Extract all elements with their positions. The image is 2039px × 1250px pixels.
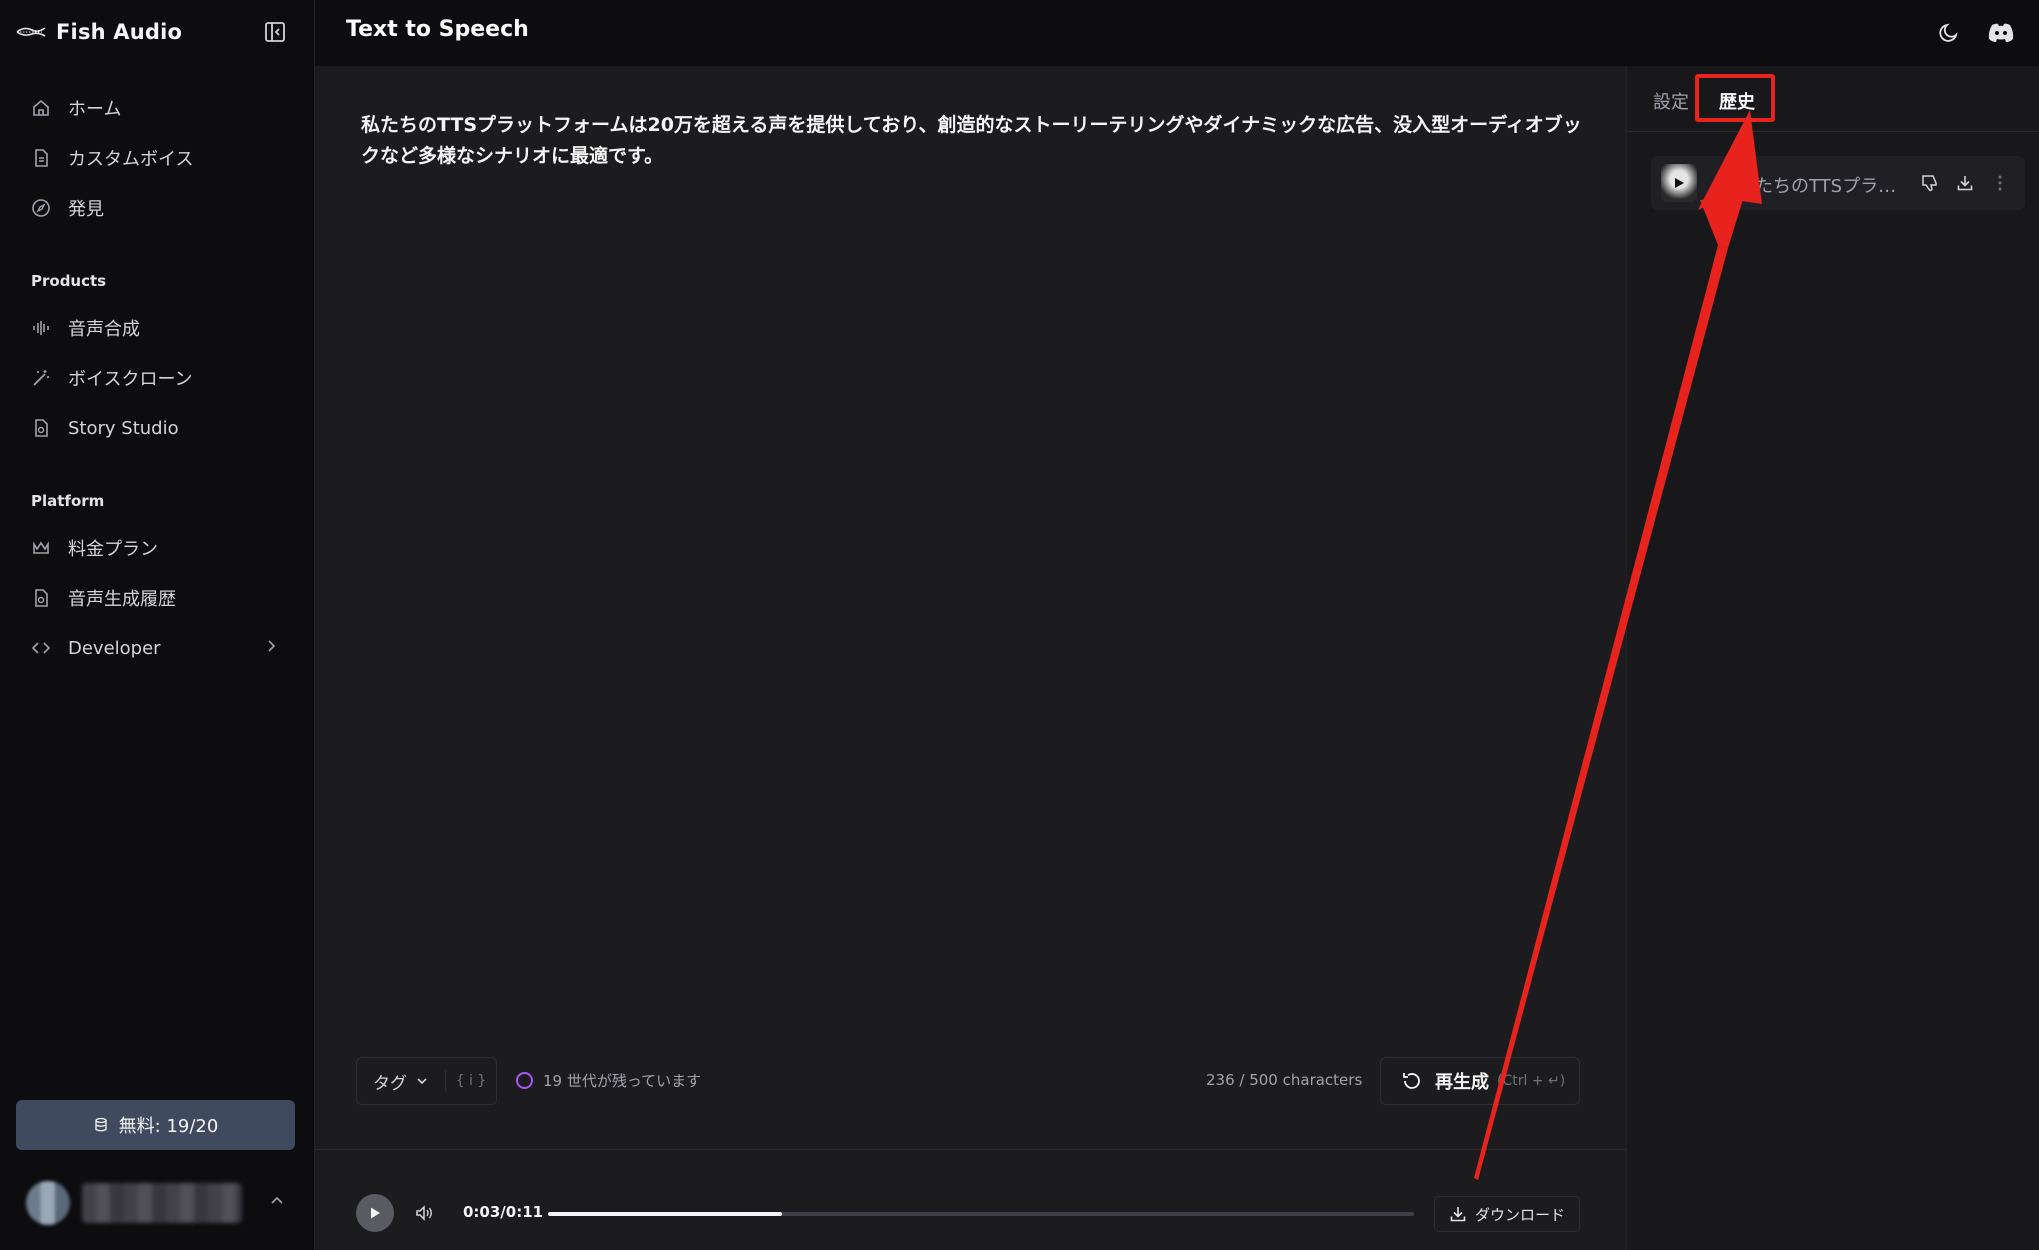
main-nav: ホーム カスタムボイス 発見: [0, 83, 315, 233]
sidebar-item-story-studio[interactable]: Story Studio: [0, 403, 315, 453]
regenerate-button[interactable]: 再生成 (Ctrl + ↵): [1380, 1057, 1580, 1105]
playback-progress-fill: [548, 1212, 782, 1216]
volume-button[interactable]: [414, 1203, 434, 1227]
voice-thumbnail: [1661, 164, 1697, 202]
char-count: 236 / 500 characters: [1206, 1071, 1363, 1089]
top-header: Text to Speech: [315, 0, 2039, 66]
play-icon: [371, 1207, 380, 1219]
history-item-text: 私たちのTTSプラット...: [1737, 176, 1905, 197]
generations-label: 19 世代が残っています: [543, 1072, 702, 1090]
sidebar-item-label: ホーム: [68, 99, 122, 120]
platform-nav: 料金プラン 音声生成履歴 Developer: [0, 523, 315, 673]
download-button[interactable]: ダウンロード: [1434, 1196, 1580, 1232]
magic-wand-icon: [30, 367, 52, 389]
regenerate-label: 再生成: [1435, 1072, 1489, 1093]
sidebar-collapse-button[interactable]: [263, 20, 287, 44]
sidebar-item-label: Developer: [68, 637, 161, 659]
book-icon: [30, 417, 52, 439]
history-doc-icon: [30, 587, 52, 609]
code-icon: [30, 637, 52, 659]
download-label: ダウンロード: [1474, 1205, 1565, 1224]
generations-remaining: 19 世代が残っています: [516, 1070, 701, 1091]
tag-label: タグ: [373, 1073, 407, 1094]
sidebar: Fish Audio ホーム カスタムボイス 発見 Products 音声合成 …: [0, 0, 315, 1250]
sidebar-item-label: 料金プラン: [68, 539, 158, 560]
right-panel: 設定 歴史 私たちのTTSプラット...: [1626, 66, 2039, 1250]
sidebar-item-label: 音声生成履歴: [68, 589, 176, 610]
sidebar-item-voice-clone[interactable]: ボイスクローン: [0, 353, 315, 403]
chevron-up-icon[interactable]: [268, 1192, 286, 1214]
sidebar-item-home[interactable]: ホーム: [0, 83, 315, 133]
variable-button[interactable]: { i }: [446, 1073, 496, 1089]
annotation-highlight-box: [1695, 74, 1775, 122]
download-icon: [1957, 176, 1973, 191]
products-section-label: Products: [31, 272, 107, 290]
history-download-button[interactable]: [1954, 172, 1976, 194]
sidebar-item-label: ボイスクローン: [68, 369, 193, 390]
moon-icon: [1939, 23, 1958, 42]
tab-settings[interactable]: 設定: [1653, 88, 1689, 114]
regenerate-shortcut: (Ctrl + ↵): [1497, 1073, 1566, 1089]
sidebar-item-discover[interactable]: 発見: [0, 183, 315, 233]
refresh-icon: [1403, 1073, 1420, 1089]
sidebar-item-label: Story Studio: [68, 417, 179, 439]
sidebar-item-label: 発見: [68, 199, 104, 220]
crown-icon: [30, 537, 52, 559]
sidebar-item-custom-voice[interactable]: カスタムボイス: [0, 133, 315, 183]
home-icon: [30, 97, 52, 119]
brand-name: Fish Audio: [56, 20, 183, 44]
avatar: [26, 1181, 70, 1225]
history-list-item[interactable]: 私たちのTTSプラット...: [1651, 156, 2025, 210]
download-icon: [1450, 1207, 1466, 1222]
database-icon: [95, 1117, 107, 1132]
sidebar-item-label: カスタムボイス: [68, 149, 194, 170]
more-vertical-icon: [1998, 175, 2002, 191]
sidebar-item-tts[interactable]: 音声合成: [0, 303, 315, 353]
credits-label: 無料: 19/20: [118, 1116, 219, 1137]
thumbs-down-icon: [1922, 175, 1937, 192]
more-options-button[interactable]: [1989, 172, 2011, 194]
discord-icon: [1988, 23, 2014, 42]
compass-icon: [30, 197, 52, 219]
user-menu[interactable]: [26, 1178, 286, 1228]
tag-group: タグ { i }: [356, 1057, 497, 1105]
right-panel-tabs: 設定 歴史: [1627, 66, 2039, 132]
divider: [315, 1149, 1626, 1150]
sidebar-item-label: 音声合成: [68, 319, 140, 340]
dark-mode-toggle[interactable]: [1936, 20, 1962, 46]
audio-player: 0:03/0:11 ダウンロード: [356, 1194, 1580, 1234]
editor-toolbar: タグ { i } 19 世代が残っています 236 / 500 characte…: [356, 1057, 1580, 1105]
waveform-icon: [30, 317, 52, 339]
fish-logo-icon: [16, 27, 46, 37]
chevron-down-icon: [417, 1078, 427, 1085]
tag-dropdown[interactable]: タグ: [357, 1069, 445, 1094]
user-name-redacted: [82, 1183, 242, 1223]
sidebar-item-pricing[interactable]: 料金プラン: [0, 523, 315, 573]
play-button[interactable]: [356, 1194, 394, 1232]
document-icon: [30, 147, 52, 169]
page-title: Text to Speech: [346, 17, 529, 42]
tts-text-input[interactable]: 私たちのTTSプラットフォームは20万を超える声を提供しており、創造的なストーリ…: [361, 110, 1591, 172]
volume-icon: [416, 1205, 432, 1221]
sidebar-item-history[interactable]: 音声生成履歴: [0, 573, 315, 623]
panel-collapse-icon: [265, 22, 285, 42]
progress-ring-icon: [516, 1072, 533, 1089]
tts-editor: 私たちのTTSプラットフォームは20万を超える声を提供しており、創造的なストーリ…: [315, 66, 1626, 1250]
playback-time: 0:03/0:11: [463, 1203, 544, 1221]
chevron-right-icon: [263, 638, 279, 659]
sidebar-item-developer[interactable]: Developer: [0, 623, 315, 673]
playback-progress-bar[interactable]: [548, 1212, 1414, 1216]
platform-section-label: Platform: [31, 492, 105, 510]
play-icon: [1675, 178, 1684, 188]
products-nav: 音声合成 ボイスクローン Story Studio: [0, 303, 315, 453]
app-root: Fish Audio ホーム カスタムボイス 発見 Products 音声合成 …: [0, 0, 2039, 1250]
brand[interactable]: Fish Audio: [16, 16, 182, 48]
credits-button[interactable]: 無料: 19/20: [16, 1100, 295, 1150]
discord-link[interactable]: [1988, 20, 2014, 46]
dislike-button[interactable]: [1919, 172, 1941, 194]
